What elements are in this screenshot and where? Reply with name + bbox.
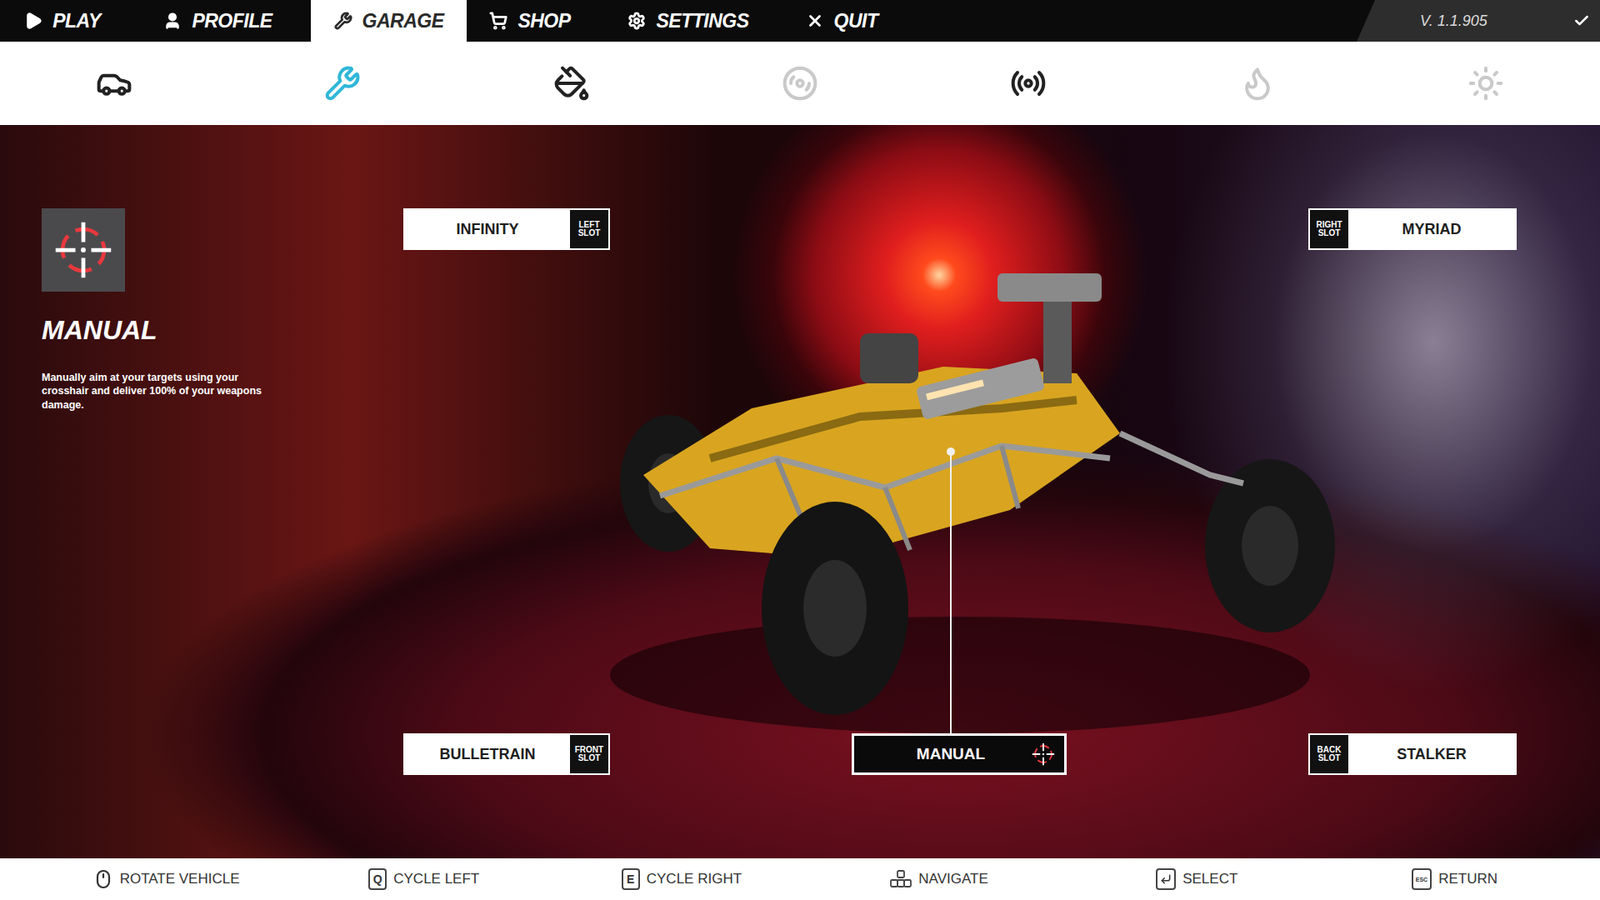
play-icon bbox=[24, 11, 43, 30]
info-icon-box bbox=[41, 208, 125, 292]
key-cap: Q bbox=[368, 868, 387, 890]
garage-screen: PLAY PROFILE GARAGE SHOP SETTINGS QUIT V. 1.1.… bbox=[0, 0, 1600, 900]
slot-name: INFINITY bbox=[405, 220, 570, 239]
info-title: MANUAL bbox=[41, 315, 158, 346]
close-icon bbox=[805, 11, 825, 30]
category-button[interactable] bbox=[1459, 56, 1513, 110]
info-description: Manually aim at your targets using your … bbox=[41, 370, 275, 412]
main-nav: PLAY PROFILE GARAGE SHOP SETTINGS QUIT V. 1.1.… bbox=[0, 0, 1600, 42]
nav-item[interactable]: PROFILE bbox=[125, 0, 311, 42]
category-button[interactable] bbox=[315, 56, 370, 110]
slot-name: BULLETRAIN bbox=[405, 745, 570, 764]
hint-label: RETURN bbox=[1438, 870, 1498, 888]
weapon-slot[interactable]: BULLETRAINFRONT SLOT bbox=[403, 733, 610, 775]
category-button[interactable] bbox=[1230, 56, 1285, 110]
weapon-icon bbox=[324, 65, 361, 102]
control-hint: ROTATE VEHICLE bbox=[37, 858, 295, 900]
chassis-icon bbox=[95, 65, 133, 102]
aim-mode-button[interactable]: MANUAL bbox=[851, 733, 1067, 775]
wheel-icon bbox=[781, 65, 819, 102]
hint-label: SELECT bbox=[1182, 870, 1238, 888]
nav-item[interactable]: PLAY bbox=[0, 0, 125, 42]
slot-tag: FRONT SLOT bbox=[570, 735, 609, 774]
nav-label: PROFILE bbox=[191, 10, 272, 33]
crosshair-icon bbox=[1030, 741, 1056, 767]
nav-label: PLAY bbox=[52, 10, 101, 33]
wrench-icon bbox=[334, 11, 353, 30]
nav-label: QUIT bbox=[834, 10, 879, 33]
weapon-slot[interactable]: MYRIADRIGHT SLOT bbox=[1308, 208, 1517, 250]
hint-label: ROTATE VEHICLE bbox=[120, 870, 240, 888]
light-icon bbox=[1467, 65, 1505, 102]
category-button[interactable] bbox=[1001, 56, 1055, 110]
nav-label: GARAGE bbox=[362, 10, 445, 33]
nav-label: SHOP bbox=[517, 10, 570, 33]
nav-label: SETTINGS bbox=[655, 10, 749, 33]
antenna-icon bbox=[1010, 65, 1047, 102]
slot-name: MYRIAD bbox=[1348, 220, 1515, 239]
nav-item[interactable]: SHOP bbox=[466, 0, 594, 42]
paint-can-icon bbox=[553, 65, 590, 102]
boost-flame-icon bbox=[1239, 65, 1276, 102]
slot-tag: LEFT SLOT bbox=[570, 210, 609, 249]
mouse-icon bbox=[93, 869, 114, 890]
check-icon bbox=[1573, 12, 1590, 30]
nav-item[interactable]: QUIT bbox=[783, 0, 900, 42]
key-cap: ESC bbox=[1411, 868, 1432, 890]
control-hint: E CYCLE RIGHT bbox=[552, 858, 810, 900]
category-button[interactable] bbox=[773, 56, 827, 110]
control-hint: Q CYCLE LEFT bbox=[295, 858, 553, 900]
weapon-slot[interactable]: INFINITYLEFT SLOT bbox=[403, 208, 610, 250]
garage-scene: MANUAL Manually aim at your targets using… bbox=[0, 125, 1600, 859]
control-hint: ESC RETURN bbox=[1325, 858, 1584, 900]
category-toolbar bbox=[0, 41, 1600, 125]
category-button[interactable] bbox=[87, 56, 141, 110]
info-panel: MANUAL Manually aim at your targets using… bbox=[41, 208, 404, 775]
nav-item[interactable]: SETTINGS bbox=[593, 0, 784, 42]
arrow-keys-icon bbox=[890, 870, 912, 889]
hint-label: CYCLE RIGHT bbox=[646, 870, 742, 888]
hint-label: NAVIGATE bbox=[918, 870, 988, 888]
user-icon bbox=[163, 11, 182, 30]
aim-mode-label: MANUAL bbox=[870, 745, 1031, 764]
slot-name: STALKER bbox=[1348, 745, 1515, 764]
control-hint: NAVIGATE bbox=[810, 858, 1068, 900]
crosshair-icon bbox=[51, 218, 115, 282]
version-panel: V. 1.1.905 bbox=[1356, 0, 1600, 42]
control-hint: SELECT bbox=[1068, 858, 1326, 900]
nav-item[interactable]: GARAGE bbox=[310, 0, 467, 42]
cart-icon bbox=[489, 11, 508, 30]
slot-tag: BACK SLOT bbox=[1310, 735, 1349, 774]
enter-icon bbox=[1160, 873, 1172, 885]
key-cap: E bbox=[621, 868, 640, 890]
hint-label: CYCLE LEFT bbox=[393, 870, 480, 888]
version-text: V. 1.1.905 bbox=[1420, 12, 1574, 30]
category-button[interactable] bbox=[545, 56, 599, 110]
control-hints: ROTATE VEHICLE Q CYCLE LEFT E CYCLE RIGHT NAV… bbox=[0, 858, 1600, 900]
vehicle-render[interactable] bbox=[610, 208, 1309, 775]
slot-tag: RIGHT SLOT bbox=[1310, 210, 1349, 249]
enter-key bbox=[1155, 868, 1176, 890]
gear-icon bbox=[627, 11, 646, 30]
weapon-slot[interactable]: STALKERBACK SLOT bbox=[1308, 733, 1517, 775]
